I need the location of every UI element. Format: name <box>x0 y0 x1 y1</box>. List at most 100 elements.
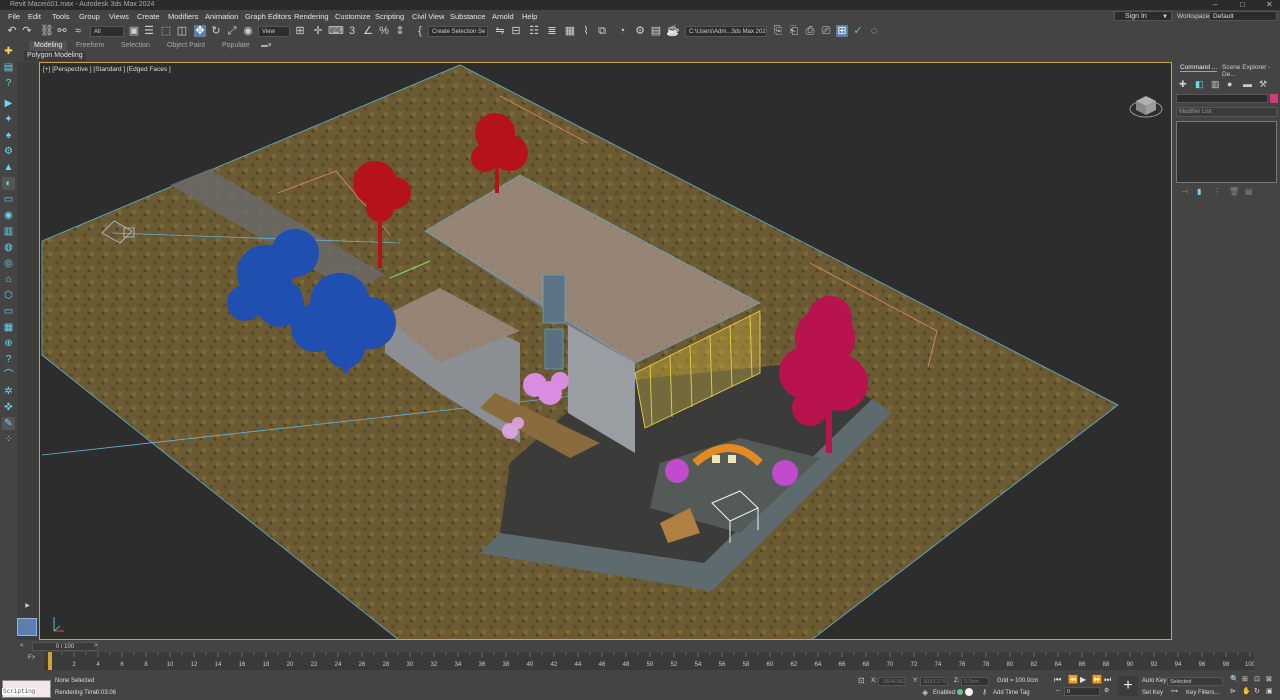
percent-snap-icon[interactable]: % <box>378 25 390 37</box>
redo-icon[interactable]: ↷ <box>21 25 33 37</box>
paint-icon[interactable]: ✎ <box>2 417 15 430</box>
time-slider[interactable]: 0 / 100 <box>32 642 98 651</box>
object-name-field[interactable] <box>1176 94 1268 103</box>
prev-key-icon[interactable]: ⏪ <box>1068 675 1078 684</box>
zoom-extents-all-icon[interactable]: ⊠ <box>1266 675 1272 683</box>
show-end-result-icon[interactable]: ▮ <box>1197 187 1201 196</box>
enabled-indicator[interactable] <box>957 689 963 695</box>
scale-icon[interactable]: ⤢ <box>226 25 238 37</box>
pan-icon[interactable]: ✋ <box>1242 687 1251 695</box>
zoom-extents-icon[interactable]: ⊡ <box>1254 675 1260 683</box>
display-icon[interactable]: ◐ <box>2 177 15 190</box>
key-mode-dropdown[interactable]: Selected <box>1167 677 1223 686</box>
go-to-start-icon[interactable]: ⏮ <box>1054 675 1061 685</box>
current-frame-field[interactable]: 0 <box>1064 687 1100 696</box>
pivot-center-icon[interactable]: ⊞ <box>294 25 306 37</box>
object-properties-icon[interactable]: ▭ <box>2 193 15 206</box>
clipboard-icon[interactable]: ▥ <box>2 225 15 238</box>
snaps-toggle-icon[interactable]: 3 <box>346 25 358 37</box>
motion-panel-icon[interactable]: ● <box>1227 79 1232 89</box>
tab-command-panel[interactable]: Command ... <box>1180 64 1218 72</box>
rotate-icon[interactable]: ↻ <box>210 25 222 37</box>
mirror-icon[interactable]: ⇋ <box>494 25 506 37</box>
ribbon-options-icon[interactable]: ▬▾ <box>261 41 272 51</box>
perspective-viewport[interactable]: [+] [Perspective ] [Standard ] [Edged Fa… <box>39 62 1172 640</box>
menu-tools[interactable]: Tools <box>52 10 70 23</box>
maximize-viewport-icon[interactable]: ▣ <box>1266 687 1273 695</box>
prev-frame-icon[interactable]: < <box>20 643 24 649</box>
sphere-icon[interactable]: ◍ <box>2 241 15 254</box>
zoom-all-icon[interactable]: ⊞ <box>1242 675 1248 683</box>
menu-scripting[interactable]: Scripting <box>375 10 404 23</box>
expand-arrow-icon[interactable]: ▶ <box>23 602 32 611</box>
unlink-icon[interactable]: ⚯ <box>56 25 68 37</box>
spinner-snap-icon[interactable]: ⇕ <box>394 25 406 37</box>
helper-icon[interactable]: ⚙ <box>2 145 15 158</box>
bind-space-warp-icon[interactable]: ≈ <box>72 25 84 37</box>
z-coord-field[interactable]: 0.0cm <box>961 677 989 686</box>
menu-arnold[interactable]: Arnold <box>492 10 514 23</box>
rect-selection-icon[interactable]: ⬚ <box>160 25 172 37</box>
remove-modifier-icon[interactable]: 🗑 <box>1229 187 1239 196</box>
material-icon[interactable]: ◉ <box>2 209 15 222</box>
schematic-view-icon[interactable]: ⧉ <box>596 25 608 37</box>
make-unique-icon[interactable]: ⋮ <box>1213 187 1221 196</box>
render-icon[interactable]: ☕ <box>666 25 680 37</box>
menu-edit[interactable]: Edit <box>28 10 41 23</box>
next-frame-icon[interactable]: > <box>94 643 98 649</box>
select-manipulate-icon[interactable]: ✛ <box>312 25 324 37</box>
cone-icon[interactable]: ▲ <box>2 161 15 174</box>
ribbon-toggle-icon[interactable]: ▦ <box>564 25 576 37</box>
curve-editor-icon[interactable]: ⌇ <box>580 25 592 37</box>
menu-views[interactable]: Views <box>109 10 129 23</box>
close-button[interactable]: ✕ <box>1266 0 1273 10</box>
angle-snap-icon[interactable]: ∠ <box>362 25 374 37</box>
y-coord-field[interactable]: 3033.279 <box>920 677 948 686</box>
window-crossing-icon[interactable]: ◫ <box>176 25 188 37</box>
set-project-icon[interactable]: ⎗ <box>788 25 800 37</box>
key-filters-button[interactable]: Key Filters... <box>1186 690 1219 696</box>
help-icon[interactable]: ? <box>2 77 15 90</box>
auto-key-button[interactable]: Auto Key <box>1142 678 1166 684</box>
menu-rendering[interactable]: Rendering <box>294 10 329 23</box>
utilities-panel-icon[interactable]: ⚒ <box>1259 79 1267 90</box>
menu-file[interactable]: File <box>8 10 20 23</box>
time-cursor[interactable] <box>48 652 52 670</box>
scene-explorer-icon[interactable]: ☷ <box>528 25 540 37</box>
timeline-keys-icon[interactable]: F> <box>28 655 35 661</box>
pin-stack-icon[interactable]: ⊣ <box>1181 187 1188 196</box>
menu-animation[interactable]: Animation <box>205 10 238 23</box>
object-color-swatch[interactable] <box>1270 94 1278 103</box>
workspace-dropdown[interactable]: Default <box>1209 11 1277 21</box>
scatter-icon[interactable]: ⁘ <box>2 433 15 446</box>
tab-populate[interactable]: Populate <box>222 41 250 51</box>
key-filter-icon[interactable]: ⊶ <box>1171 687 1178 695</box>
timeline-track[interactable]: 0246810121416182022242628303234363840424… <box>44 652 1256 670</box>
camera-icon[interactable]: ▶ <box>2 97 15 110</box>
tab-freeform[interactable]: Freeform <box>76 41 104 51</box>
menu-graph-editors[interactable]: Graph Editors <box>245 10 291 23</box>
light-icon[interactable]: ✦ <box>2 113 15 126</box>
play-icon[interactable]: ▶ <box>1080 675 1086 684</box>
grid-icon[interactable]: ▦ <box>2 321 15 334</box>
menu-group[interactable]: Group <box>79 10 100 23</box>
undo-icon[interactable]: ↶ <box>6 25 18 37</box>
project-settings-icon[interactable]: ⎚ <box>820 25 832 37</box>
layers-icon[interactable]: ▤ <box>2 61 15 74</box>
create-panel-icon[interactable]: ✚ <box>1179 79 1187 90</box>
tab-object-paint[interactable]: Object Paint <box>167 41 205 51</box>
sign-in-dropdown[interactable]: Sign In ▼ <box>1114 11 1172 21</box>
add-time-tag[interactable]: Add Time Tag <box>993 690 1030 696</box>
maximize-button[interactable]: □ <box>1240 0 1245 10</box>
layer-explorer-icon[interactable]: ≣ <box>546 25 558 37</box>
project-folder-icon[interactable]: ⎘ <box>772 25 784 37</box>
globe-icon[interactable]: ◎ <box>2 257 15 270</box>
next-key-icon[interactable]: ⏩ <box>1092 675 1102 684</box>
plane-icon[interactable]: ▭ <box>2 305 15 318</box>
hierarchy-panel-icon[interactable]: ▥ <box>1211 79 1220 90</box>
adaptive-degradation-icon[interactable]: ◈ <box>922 688 928 697</box>
open-project-icon[interactable]: ⎙ <box>804 25 816 37</box>
configure-sets-icon[interactable]: ▤ <box>1245 187 1253 196</box>
modifier-stack[interactable] <box>1176 121 1277 183</box>
field-of-view-icon[interactable]: ⊳ <box>1230 687 1236 695</box>
